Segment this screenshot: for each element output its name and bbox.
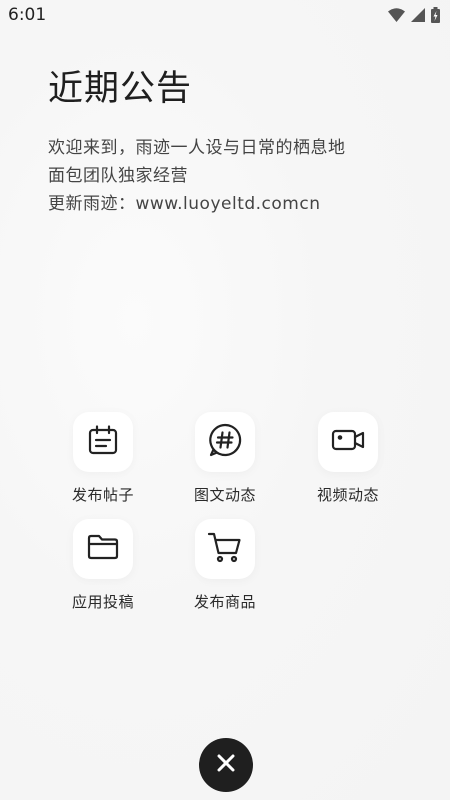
status-time: 6:01: [8, 5, 47, 25]
publish-post-button[interactable]: 发布帖子: [53, 412, 153, 505]
close-icon: [217, 754, 235, 776]
calendar-icon: [86, 423, 120, 461]
action-label: 图文动态: [193, 486, 256, 504]
folder-icon: [85, 529, 121, 569]
wifi-icon: [388, 8, 405, 22]
announcement-line: 更新雨迹：www.luoyeltd.comcn: [48, 194, 321, 214]
action-tile[interactable]: [73, 412, 133, 472]
announcement: 近期公告 欢迎来到，雨迹一人设与日常的栖息地 面包团队独家经营 更新雨迹：www…: [48, 66, 430, 218]
close-button[interactable]: [199, 738, 253, 792]
action-label: 应用投稿: [71, 593, 134, 611]
hashtag-bubble-icon: [207, 422, 243, 462]
action-label: 发布商品: [193, 593, 256, 611]
app-submission-button[interactable]: 应用投稿: [53, 519, 153, 612]
status-icons: [388, 7, 440, 23]
action-label: 视频动态: [316, 486, 379, 504]
action-label: 发布帖子: [71, 486, 134, 504]
action-tile[interactable]: [195, 412, 255, 472]
action-tile[interactable]: [195, 519, 255, 579]
image-text-post-button[interactable]: 图文动态: [175, 412, 275, 505]
announcement-title: 近期公告: [48, 69, 193, 109]
action-tile[interactable]: [318, 412, 378, 472]
announcement-line: 面包团队独家经营: [48, 166, 188, 186]
video-post-button[interactable]: 视频动态: [298, 412, 398, 505]
battery-icon: [431, 7, 440, 23]
publish-product-button[interactable]: 发布商品: [175, 519, 275, 612]
video-camera-icon: [330, 422, 366, 462]
shopping-cart-icon: [206, 528, 244, 570]
announcement-line: 欢迎来到，雨迹一人设与日常的栖息地: [48, 138, 346, 158]
cell-signal-icon: [411, 8, 425, 22]
action-tile[interactable]: [73, 519, 133, 579]
status-bar: 6:01: [0, 0, 450, 30]
